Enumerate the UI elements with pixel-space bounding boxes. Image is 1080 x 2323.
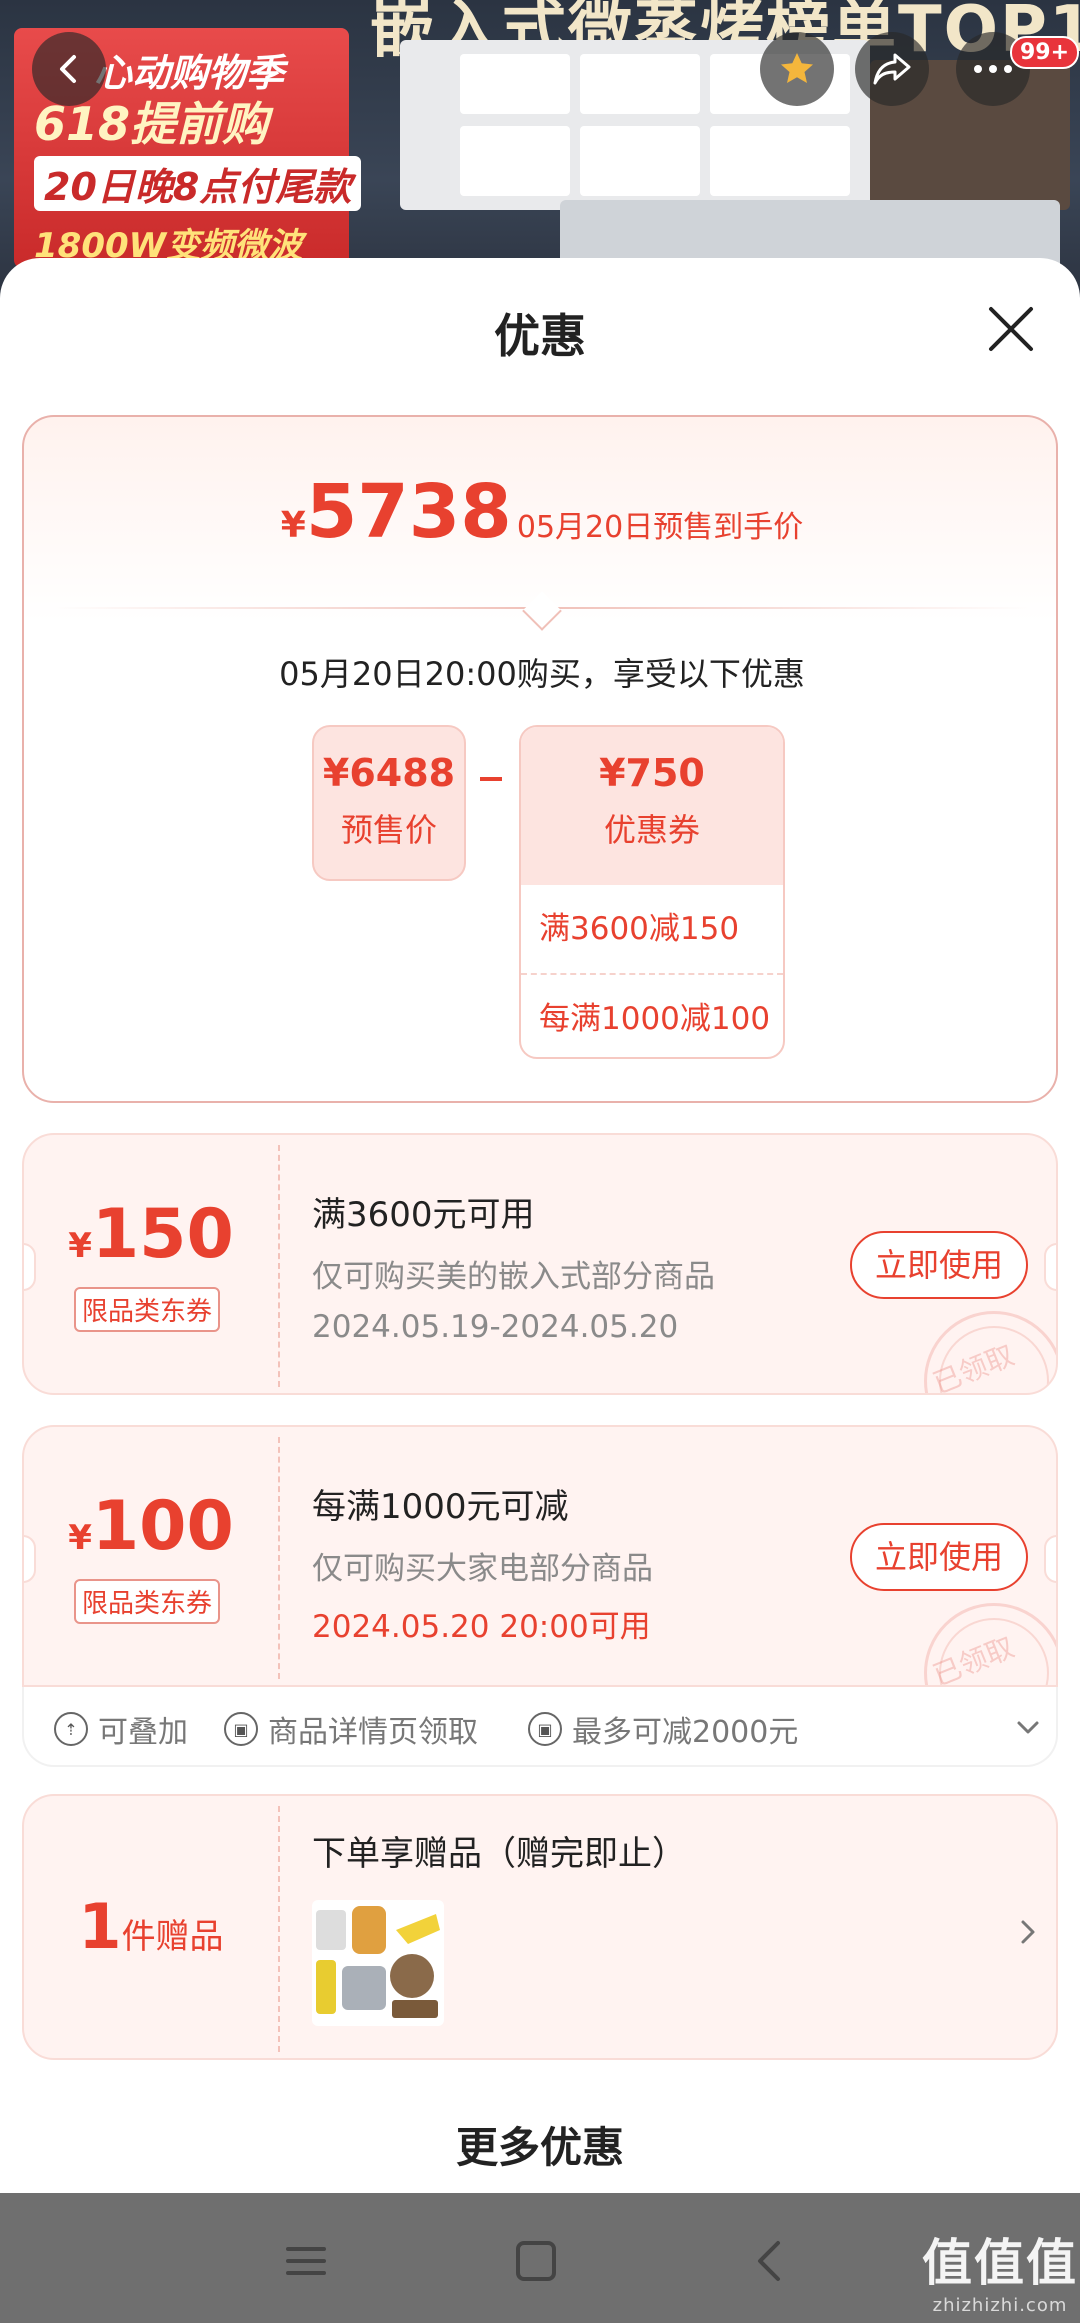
favorite-button[interactable] — [760, 32, 834, 106]
info-stackable: ⇡ 可叠加 — [54, 1707, 188, 1751]
back-button[interactable] — [32, 32, 106, 106]
gift-count-value: 1 — [78, 1890, 122, 1963]
gift-count: 1件赠品 — [24, 1890, 278, 1963]
gift-items-image — [316, 1906, 440, 2018]
notification-badge: 99+ — [1010, 36, 1080, 69]
final-price: ¥5738 05月20日预售到手价 — [24, 469, 1060, 555]
info-claim-location: ▣ 商品详情页领取 — [224, 1707, 478, 1751]
coupon-rule-row: 满3600减150 — [539, 911, 740, 947]
coupon-type-tag: 限品类东券 — [74, 1287, 221, 1332]
coupon-info-strip[interactable]: ⇡ 可叠加 ▣ 商品详情页领取 ▣ 最多可减2000元 — [22, 1687, 1058, 1767]
divider-notch — [522, 591, 562, 631]
stack-icon: ⇡ — [54, 1712, 88, 1746]
claimed-stamp: 已领取 — [924, 1603, 1056, 1685]
currency-symbol: ¥ — [68, 1518, 92, 1558]
coupon-total-label: 优惠券 — [603, 811, 700, 849]
coupon-amount-value: 100 — [91, 1487, 234, 1566]
ticket-icon: ▣ — [224, 1712, 258, 1746]
coupon-amount-value: 150 — [91, 1195, 234, 1274]
watermark: 值值值 zhizhizhi.com — [922, 2223, 1078, 2316]
coupon-scope: 仅可购买美的嵌入式部分商品 — [312, 1259, 715, 1295]
coupon-card: ¥150 限品类东券 满3600元可用 仅可购买美的嵌入式部分商品 2024.0… — [22, 1133, 1058, 1395]
chevron-down-icon[interactable] — [1016, 1715, 1040, 1739]
coupon-condition: 每满1000元可减 — [312, 1487, 569, 1527]
system-nav-bar: 值值值 zhizhizhi.com — [0, 2193, 1080, 2323]
product-hero-image: 嵌入式微蒸烤榜单TOP1 心动购物季 618提前购 20日晚8点付尾款 1800… — [0, 0, 1080, 300]
claimed-stamp: 已领取 — [924, 1311, 1056, 1393]
info-label: 商品详情页领取 — [268, 1715, 478, 1750]
back-icon[interactable] — [740, 2231, 800, 2291]
chevron-left-icon — [60, 55, 76, 83]
coupon-condition: 满3600元可用 — [312, 1195, 535, 1235]
info-label: 最多可减2000元 — [572, 1715, 799, 1750]
presale-price-label: 预售价 — [340, 811, 437, 849]
star-icon — [781, 53, 813, 83]
share-button[interactable] — [855, 32, 929, 106]
coupon-amount: ¥150 — [24, 1195, 278, 1274]
sheet-title: 优惠 — [494, 309, 586, 363]
gift-thumbnail[interactable] — [312, 1900, 444, 2026]
ticket-icon: ▣ — [528, 1712, 562, 1746]
menu-icon[interactable] — [276, 2231, 336, 2291]
use-now-button[interactable]: 立即使用 — [850, 1231, 1028, 1299]
home-icon[interactable] — [506, 2231, 566, 2291]
minus-sign — [480, 777, 502, 781]
gift-count-label: 件赠品 — [121, 1917, 224, 1957]
close-icon[interactable] — [985, 303, 1037, 355]
gift-title: 下单享赠品（赠完即止） — [312, 1834, 686, 1874]
coupon-rule-row: 每满1000减100 — [521, 973, 783, 1057]
coupon-type-tag: 限品类东券 — [74, 1579, 221, 1624]
coupon-total-value: ¥750 — [599, 751, 705, 795]
chevron-right-icon — [1021, 1920, 1035, 1944]
purchase-time-text: 05月20日20:00购买，享受以下优惠 — [279, 655, 805, 693]
coupon-card: ¥100 限品类东券 每满1000元可减 仅可购买大家电部分商品 2024.05… — [22, 1425, 1058, 1687]
promo-line-3: 20日晚8点付尾款 — [34, 156, 362, 211]
final-price-value: 5738 — [305, 469, 512, 555]
currency-symbol: ¥ — [68, 1226, 92, 1266]
gift-card[interactable]: 1件赠品 下单享赠品（赠完即止） — [22, 1794, 1058, 2060]
presale-price-value: ¥6488 — [322, 751, 456, 795]
watermark-domain: zhizhizhi.com — [932, 2295, 1068, 2316]
price-summary-card: ¥5738 05月20日预售到手价 05月20日20:00购买，享受以下优惠 ¥… — [22, 415, 1058, 1103]
info-max-discount: ▣ 最多可减2000元 — [528, 1707, 798, 1751]
presale-price-box: ¥6488 预售价 — [312, 725, 466, 881]
share-icon — [873, 53, 911, 85]
use-now-button[interactable]: 立即使用 — [850, 1523, 1028, 1591]
coupon-scope: 仅可购买大家电部分商品 — [312, 1551, 653, 1587]
info-label: 可叠加 — [98, 1715, 188, 1750]
more-offers-link[interactable]: 更多优惠 — [0, 2114, 1080, 2175]
coupon-validity: 2024.05.20 20:00可用 — [312, 1609, 651, 1645]
currency-symbol: ¥ — [280, 505, 306, 546]
watermark-name: 值值值 — [922, 2234, 1078, 2292]
final-price-note: 05月20日预售到手价 — [516, 510, 804, 545]
ellipsis-icon — [974, 65, 1012, 73]
coupon-amount: ¥100 — [24, 1487, 278, 1566]
coupon-validity: 2024.05.19-2024.05.20 — [312, 1309, 679, 1345]
coupon-total-box: ¥750 优惠券 满3600减150 每满1000减100 — [519, 725, 785, 1059]
